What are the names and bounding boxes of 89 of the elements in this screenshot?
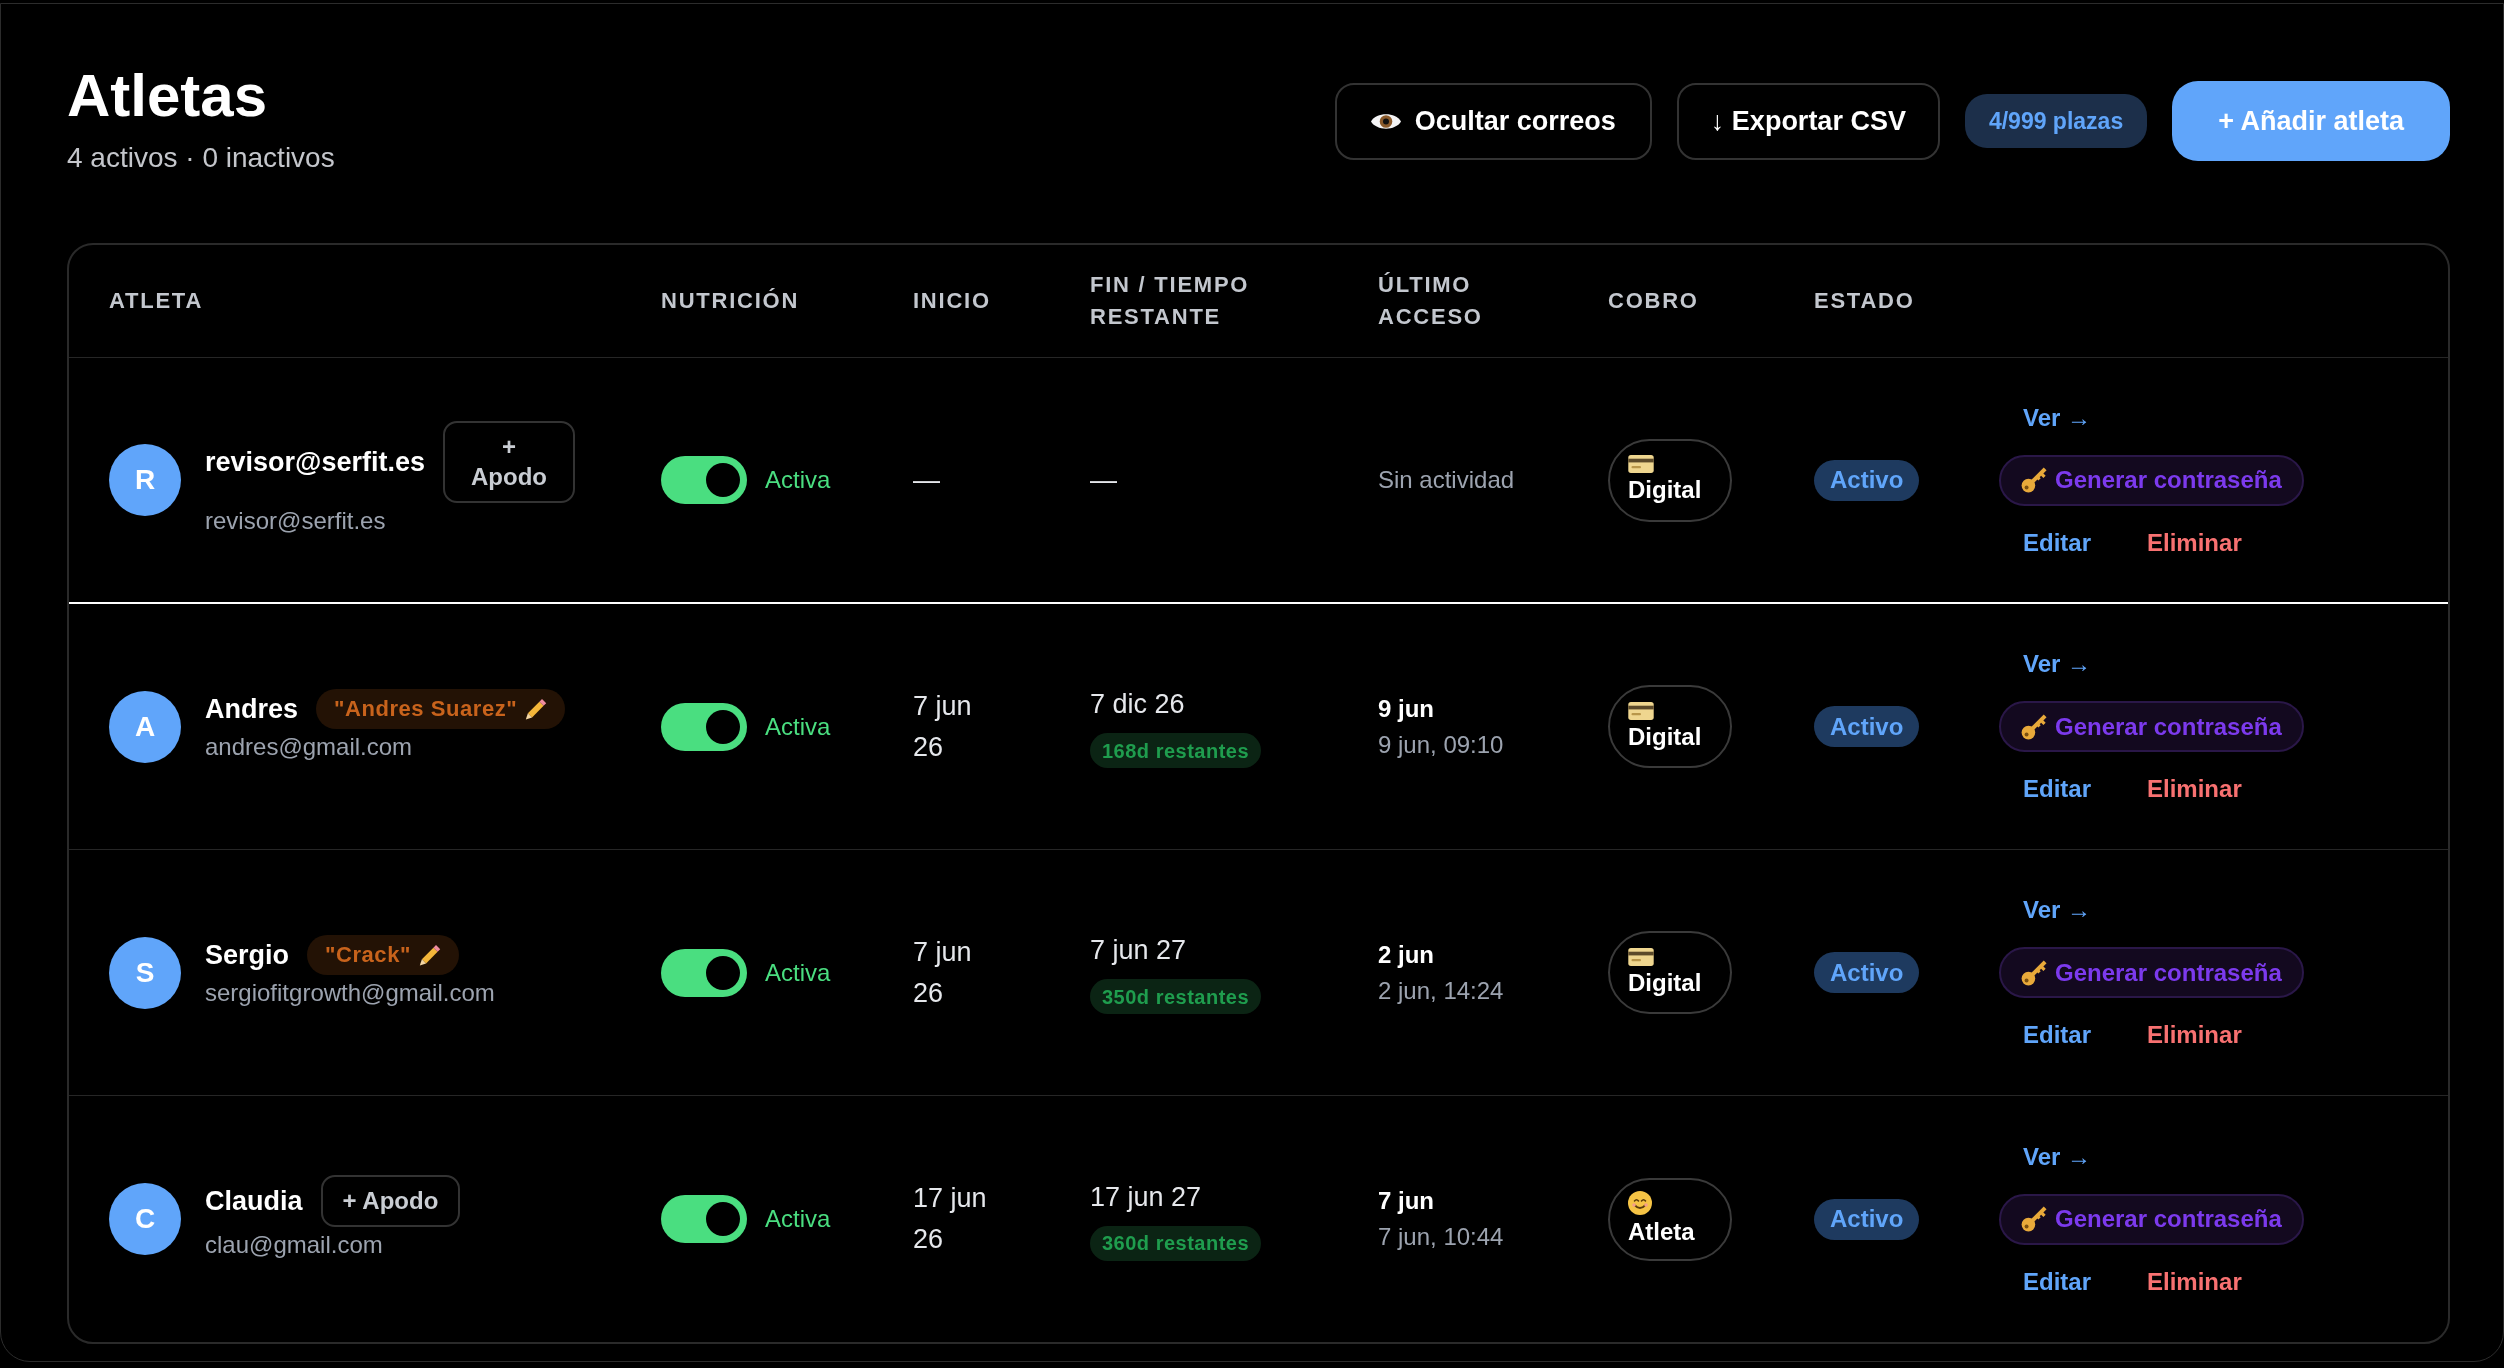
last-access-detail: Sin actividad bbox=[1378, 465, 1516, 495]
smiley-icon bbox=[1628, 1191, 1652, 1215]
last-access-detail: 9 jun, 09:10 bbox=[1378, 729, 1505, 760]
billing-button[interactable]: Atleta bbox=[1608, 1177, 1732, 1261]
billing-button[interactable]: Digital bbox=[1608, 438, 1732, 522]
key-icon bbox=[2021, 467, 2047, 493]
end-date: 7 jun 27 bbox=[1090, 934, 1187, 967]
delete-link[interactable]: Eliminar bbox=[2147, 774, 2242, 804]
avatar: A bbox=[109, 690, 181, 763]
export-csv-button[interactable]: ↓ Exportar CSV bbox=[1676, 82, 1940, 160]
nutrition-toggle[interactable] bbox=[661, 456, 747, 504]
last-access-day: 2 jun bbox=[1378, 936, 1608, 973]
credit-card-icon bbox=[1628, 701, 1654, 720]
athlete-email: revisor@serfit.es bbox=[205, 506, 387, 536]
column-header: INICIO bbox=[913, 287, 992, 315]
nickname-tag[interactable]: "Crack" bbox=[307, 934, 459, 975]
pencil-icon bbox=[525, 697, 548, 720]
seats-badge: 4/999 plazas bbox=[1964, 94, 2148, 148]
nutrition-toggle[interactable] bbox=[661, 1195, 747, 1243]
athlete-name: revisor@serfit.es bbox=[205, 446, 425, 479]
add-nickname-button[interactable]: + Apodo bbox=[442, 421, 575, 503]
view-link[interactable]: Ver → bbox=[2023, 895, 2092, 925]
end-date: 17 jun 27 bbox=[1090, 1180, 1202, 1214]
start-date: — bbox=[913, 463, 941, 497]
nutrition-status: Activa bbox=[765, 957, 831, 988]
page-subtitle: 4 activos · 0 inactivos bbox=[67, 141, 335, 175]
last-access-detail: 2 jun, 14:24 bbox=[1378, 975, 1505, 1006]
start-date: 7 jun 26 bbox=[913, 689, 973, 764]
delete-link[interactable]: Eliminar bbox=[2147, 1020, 2242, 1050]
column-header: ESTADO bbox=[1814, 287, 1916, 315]
last-access-detail: 7 jun, 10:44 bbox=[1378, 1222, 1505, 1252]
billing-button[interactable]: Digital bbox=[1608, 685, 1732, 768]
status-badge: Activo bbox=[1814, 459, 1920, 501]
credit-card-icon bbox=[1628, 455, 1654, 473]
delete-link[interactable]: Eliminar bbox=[2147, 527, 2242, 558]
nutrition-toggle[interactable] bbox=[661, 948, 747, 997]
remaining-days-badge: 168d restantes bbox=[1090, 733, 1262, 768]
key-icon bbox=[2021, 1206, 2047, 1232]
edit-link[interactable]: Editar bbox=[2023, 527, 2091, 558]
column-header: COBRO bbox=[1608, 287, 1700, 315]
nutrition-status: Activa bbox=[765, 465, 831, 495]
edit-link[interactable]: Editar bbox=[2023, 774, 2091, 804]
last-access-day: 9 jun bbox=[1378, 690, 1608, 727]
table-row[interactable]: C Claudia + Apodo clau@gmail.com Activa 17 jun 26 17 jun 27 360d restantes 7 jun 7 jun, 10:44 Atleta Activo Ver → Generar contraseña Editar Eliminar bbox=[69, 1096, 2448, 1342]
key-icon bbox=[2021, 959, 2047, 986]
athlete-email: sergiofitgrowth@gmail.com bbox=[205, 977, 495, 1008]
table-row[interactable]: R revisor@serfit.es + Apodo revisor@serfit.es Activa — — Sin actividad Digital Activo Ver → Generar contraseña Editar Eliminar bbox=[69, 358, 2448, 604]
delete-link[interactable]: Eliminar bbox=[2147, 1266, 2242, 1297]
key-icon bbox=[2021, 713, 2047, 740]
avatar: C bbox=[109, 1183, 181, 1255]
start-date: 7 jun 26 bbox=[913, 935, 973, 1010]
athlete-name: Andres bbox=[205, 692, 299, 726]
athlete-name: Sergio bbox=[205, 938, 290, 972]
remaining-days-badge: 360d restantes bbox=[1090, 1225, 1262, 1261]
page-title: Atletas bbox=[67, 66, 269, 126]
edit-link[interactable]: Editar bbox=[2023, 1266, 2091, 1297]
status-badge: Activo bbox=[1814, 952, 1920, 993]
nutrition-status: Activa bbox=[765, 1204, 831, 1234]
avatar: S bbox=[109, 936, 181, 1009]
athlete-name: Claudia bbox=[205, 1185, 303, 1218]
table-row[interactable]: S Sergio "Crack" sergiofitgrowth@gmail.com Activa 7 jun 26 7 jun 27 350d restantes 2 jun 2 jun, 14:24 Digital Activo Ver → Generar contraseña Editar Eliminar bbox=[69, 850, 2448, 1096]
avatar: R bbox=[109, 444, 181, 516]
athlete-email: clau@gmail.com bbox=[205, 1230, 384, 1260]
end-date: 7 dic 26 bbox=[1090, 688, 1185, 721]
pencil-icon bbox=[418, 943, 441, 966]
status-badge: Activo bbox=[1814, 706, 1920, 747]
view-link[interactable]: Ver → bbox=[2023, 1141, 2092, 1172]
end-date: — bbox=[1090, 464, 1117, 497]
credit-card-icon bbox=[1628, 947, 1654, 966]
status-badge: Activo bbox=[1814, 1198, 1920, 1240]
remaining-days-badge: 350d restantes bbox=[1090, 979, 1262, 1014]
view-link[interactable]: Ver → bbox=[2023, 402, 2092, 433]
hide-emails-button[interactable]: Ocultar correos bbox=[1334, 82, 1652, 160]
column-header: NUTRICIÓN bbox=[661, 287, 801, 315]
edit-link[interactable]: Editar bbox=[2023, 1020, 2091, 1050]
start-date: 17 jun 26 bbox=[913, 1182, 988, 1256]
eye-icon bbox=[1370, 113, 1401, 129]
column-header: ÚLTIMO ACCESO bbox=[1378, 271, 1484, 331]
billing-button[interactable]: Digital bbox=[1608, 931, 1732, 1014]
nickname-tag[interactable]: "Andres Suarez" bbox=[316, 688, 566, 729]
nutrition-toggle[interactable] bbox=[661, 702, 747, 751]
athlete-email: andres@gmail.com bbox=[205, 731, 414, 762]
column-header: FIN / TIEMPO RESTANTE bbox=[1090, 271, 1251, 331]
add-nickname-button[interactable]: + Apodo bbox=[320, 1175, 461, 1227]
column-header: ATLETA bbox=[109, 287, 205, 315]
table-row[interactable]: A Andres "Andres Suarez" andres@gmail.com Activa 7 jun 26 7 dic 26 168d restantes 9 jun 9 jun, 09:10 Digital Activo Ver → Generar contraseña Editar Eliminar bbox=[69, 604, 2448, 850]
last-access-day: 7 jun bbox=[1378, 1183, 1608, 1219]
view-link[interactable]: Ver → bbox=[2023, 649, 2092, 679]
nutrition-status: Activa bbox=[765, 711, 831, 742]
